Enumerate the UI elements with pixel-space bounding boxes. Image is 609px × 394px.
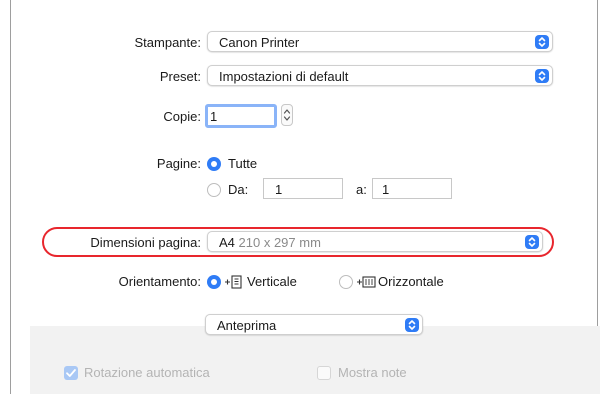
copies-input[interactable]: 1 xyxy=(205,104,277,128)
preset-value: Impostazioni di default xyxy=(219,69,349,84)
portrait-orientation-icon xyxy=(224,274,244,290)
pages-all-radio[interactable] xyxy=(207,157,221,171)
printer-popup[interactable]: Canon Printer xyxy=(207,31,553,52)
printer-label: Stampante: xyxy=(134,35,202,50)
landscape-radio[interactable] xyxy=(339,275,353,289)
preset-popup[interactable]: Impostazioni di default xyxy=(207,65,553,86)
printer-value: Canon Printer xyxy=(219,35,300,50)
paper-size-label: Dimensioni pagina: xyxy=(90,235,201,250)
portrait-radio[interactable] xyxy=(207,275,221,289)
auto-rotate-label: Rotazione automatica xyxy=(84,365,210,380)
pages-from-label: Da: xyxy=(228,182,249,197)
preset-label: Preset: xyxy=(159,69,201,84)
landscape-label: Orizzontale xyxy=(378,274,444,289)
show-notes-checkbox[interactable] xyxy=(317,366,331,380)
pages-from-value: 1 xyxy=(275,182,283,197)
updown-chevron-icon xyxy=(525,235,539,249)
stepper-icon[interactable] xyxy=(281,104,293,126)
pages-range-radio[interactable] xyxy=(207,183,221,197)
pages-all-label: Tutte xyxy=(228,156,258,171)
paper-size-value: A4 210 x 297 mm xyxy=(219,235,321,250)
paper-size-popup[interactable]: A4 210 x 297 mm xyxy=(207,231,543,252)
pages-to-label: a: xyxy=(356,182,367,197)
section-popup[interactable]: Anteprima xyxy=(205,314,423,335)
pages-label: Pagine: xyxy=(156,156,201,171)
auto-rotate-checkbox[interactable] xyxy=(64,366,78,380)
orientation-label: Orientamento: xyxy=(118,274,201,289)
landscape-orientation-icon xyxy=(356,274,376,290)
options-panel xyxy=(30,326,600,394)
copies-value: 1 xyxy=(210,109,218,124)
updown-chevron-icon xyxy=(535,35,549,49)
paper-size-name: A4 xyxy=(219,235,235,250)
copies-label: Copie: xyxy=(163,109,201,124)
pages-to-value: 1 xyxy=(382,182,390,197)
portrait-label: Verticale xyxy=(247,274,297,289)
pages-from-input[interactable]: 1 xyxy=(263,178,343,199)
updown-chevron-icon xyxy=(405,318,419,332)
paper-size-dimensions: 210 x 297 mm xyxy=(238,235,321,250)
updown-chevron-icon xyxy=(535,69,549,83)
pages-to-input[interactable]: 1 xyxy=(372,178,452,199)
section-value: Anteprima xyxy=(217,318,277,333)
show-notes-label: Mostra note xyxy=(338,365,407,380)
print-dialog: Stampante: Canon Printer Preset: Imposta… xyxy=(10,0,600,394)
